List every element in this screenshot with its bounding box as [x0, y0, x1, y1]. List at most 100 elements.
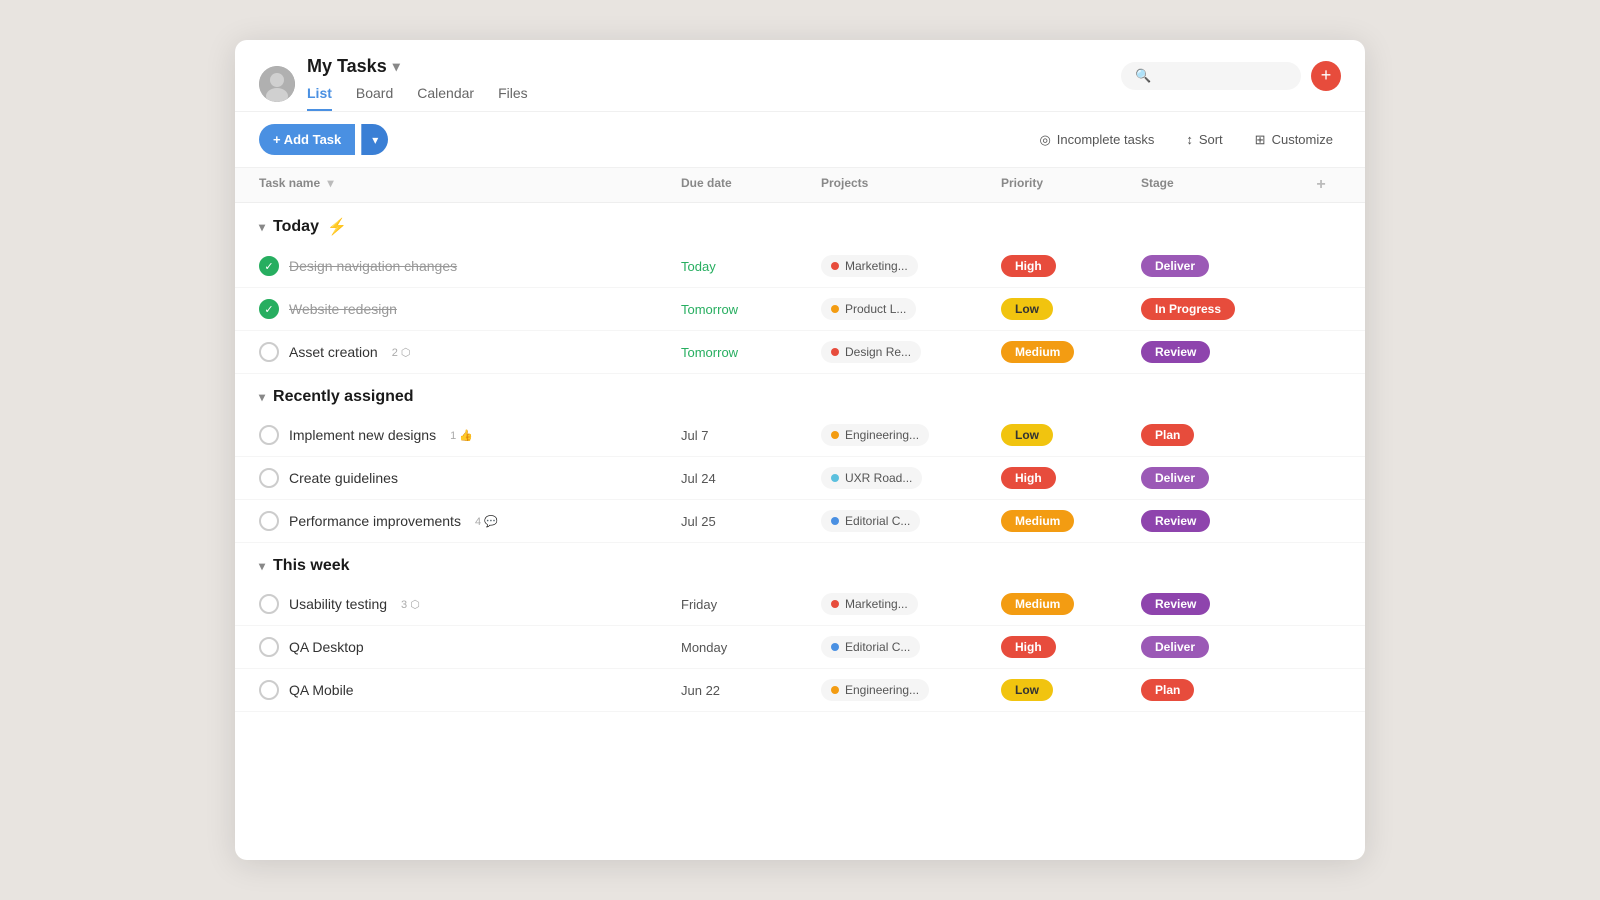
task-project: Marketing...	[821, 593, 1001, 615]
add-task-dropdown[interactable]: ▾	[361, 124, 388, 155]
sort-button[interactable]: ↕ Sort	[1178, 128, 1230, 151]
toolbar: + Add Task ▾ ◎ Incomplete tasks ↕ Sort ⊞…	[235, 112, 1365, 168]
tab-board[interactable]: Board	[356, 85, 393, 111]
stage-badge[interactable]: Plan	[1141, 679, 1194, 701]
task-meta: 3 ⬡	[401, 598, 420, 611]
section-title: Today	[273, 218, 319, 236]
task-checkbox[interactable]	[259, 511, 279, 531]
col-stage: Stage	[1141, 176, 1301, 194]
task-due-date: Jun 22	[681, 683, 821, 698]
section-title: This week	[273, 557, 349, 575]
task-priority: Medium	[1001, 341, 1141, 363]
task-stage: Deliver	[1141, 636, 1301, 658]
task-name-text: Create guidelines	[289, 470, 398, 486]
stage-badge[interactable]: Review	[1141, 510, 1210, 532]
task-priority: Medium	[1001, 593, 1141, 615]
priority-badge[interactable]: High	[1001, 467, 1056, 489]
add-button[interactable]: +	[1311, 61, 1341, 91]
stage-badge[interactable]: Deliver	[1141, 467, 1209, 489]
task-meta: 2 ⬡	[392, 346, 411, 359]
section-icon: ⚡	[327, 217, 347, 237]
project-badge[interactable]: UXR Road...	[821, 467, 922, 489]
task-stage: Deliver	[1141, 467, 1301, 489]
section-chevron-icon: ▾	[259, 559, 265, 573]
task-name-cell: QA Mobile	[259, 680, 681, 700]
task-checkbox[interactable]	[259, 680, 279, 700]
section-title: Recently assigned	[273, 388, 414, 406]
incomplete-tasks-filter[interactable]: ◎ Incomplete tasks	[1031, 128, 1162, 152]
stage-badge[interactable]: Review	[1141, 593, 1210, 615]
section-header-1[interactable]: ▾ Recently assigned	[235, 374, 1365, 414]
priority-badge[interactable]: High	[1001, 255, 1056, 277]
project-badge[interactable]: Editorial C...	[821, 636, 920, 658]
col-add[interactable]: +	[1301, 176, 1341, 194]
task-project: Product L...	[821, 298, 1001, 320]
task-stage: Review	[1141, 341, 1301, 363]
task-checkbox[interactable]	[259, 342, 279, 362]
task-name-cell: Create guidelines	[259, 468, 681, 488]
task-checkbox[interactable]	[259, 594, 279, 614]
tab-list[interactable]: List	[307, 85, 332, 111]
project-badge[interactable]: Product L...	[821, 298, 916, 320]
task-checkbox[interactable]	[259, 256, 279, 276]
task-name-text: QA Desktop	[289, 639, 364, 655]
col-task-name[interactable]: Task name ▾	[259, 176, 681, 194]
search-box[interactable]: 🔍	[1121, 62, 1301, 90]
stage-badge[interactable]: In Progress	[1141, 298, 1235, 320]
section-header-2[interactable]: ▾ This week	[235, 543, 1365, 583]
chevron-down-icon[interactable]: ▾	[393, 58, 400, 75]
project-name: Marketing...	[845, 597, 908, 611]
project-name: Editorial C...	[845, 640, 910, 654]
priority-badge[interactable]: Medium	[1001, 510, 1074, 532]
section-header-0[interactable]: ▾ Today ⚡	[235, 203, 1365, 245]
task-meta-badge: 4 💬	[475, 515, 498, 528]
project-dot	[831, 474, 839, 482]
task-name-cell: Website redesign	[259, 299, 681, 319]
task-checkbox[interactable]	[259, 468, 279, 488]
task-meta-badge: 1 👍	[450, 429, 473, 442]
task-stage: Deliver	[1141, 255, 1301, 277]
add-task-button[interactable]: + Add Task	[259, 124, 355, 155]
stage-badge[interactable]: Review	[1141, 341, 1210, 363]
project-badge[interactable]: Marketing...	[821, 255, 918, 277]
customize-icon: ⊞	[1255, 132, 1266, 148]
task-checkbox[interactable]	[259, 637, 279, 657]
task-priority: High	[1001, 255, 1141, 277]
project-badge[interactable]: Marketing...	[821, 593, 918, 615]
task-name-text: Usability testing	[289, 596, 387, 612]
priority-badge[interactable]: Medium	[1001, 341, 1074, 363]
project-badge[interactable]: Editorial C...	[821, 510, 920, 532]
incomplete-tasks-label: Incomplete tasks	[1057, 132, 1155, 147]
section-chevron-icon: ▾	[259, 390, 265, 404]
stage-badge[interactable]: Deliver	[1141, 255, 1209, 277]
tab-calendar[interactable]: Calendar	[417, 85, 474, 111]
priority-badge[interactable]: Low	[1001, 424, 1053, 446]
project-badge[interactable]: Engineering...	[821, 679, 929, 701]
task-stage: Plan	[1141, 424, 1301, 446]
project-badge[interactable]: Design Re...	[821, 341, 921, 363]
task-priority: Medium	[1001, 510, 1141, 532]
priority-badge[interactable]: Low	[1001, 298, 1053, 320]
toolbar-left: + Add Task ▾	[259, 124, 388, 155]
project-badge[interactable]: Engineering...	[821, 424, 929, 446]
task-priority: High	[1001, 636, 1141, 658]
customize-button[interactable]: ⊞ Customize	[1247, 128, 1341, 152]
task-due-date: Tomorrow	[681, 345, 821, 360]
project-dot	[831, 686, 839, 694]
priority-badge[interactable]: Medium	[1001, 593, 1074, 615]
project-name: UXR Road...	[845, 471, 912, 485]
header-title: My Tasks ▾	[307, 56, 1121, 77]
task-stage: Plan	[1141, 679, 1301, 701]
priority-badge[interactable]: Low	[1001, 679, 1053, 701]
task-meta-badge: 3 ⬡	[401, 598, 420, 611]
table-row: Usability testing 3 ⬡ Friday Marketing..…	[235, 583, 1365, 626]
stage-badge[interactable]: Deliver	[1141, 636, 1209, 658]
tab-files[interactable]: Files	[498, 85, 528, 111]
task-checkbox[interactable]	[259, 425, 279, 445]
task-meta-badge: 2 ⬡	[392, 346, 411, 359]
task-name-text: Implement new designs	[289, 427, 436, 443]
sort-icon: ↕	[1186, 132, 1193, 147]
task-checkbox[interactable]	[259, 299, 279, 319]
priority-badge[interactable]: High	[1001, 636, 1056, 658]
stage-badge[interactable]: Plan	[1141, 424, 1194, 446]
